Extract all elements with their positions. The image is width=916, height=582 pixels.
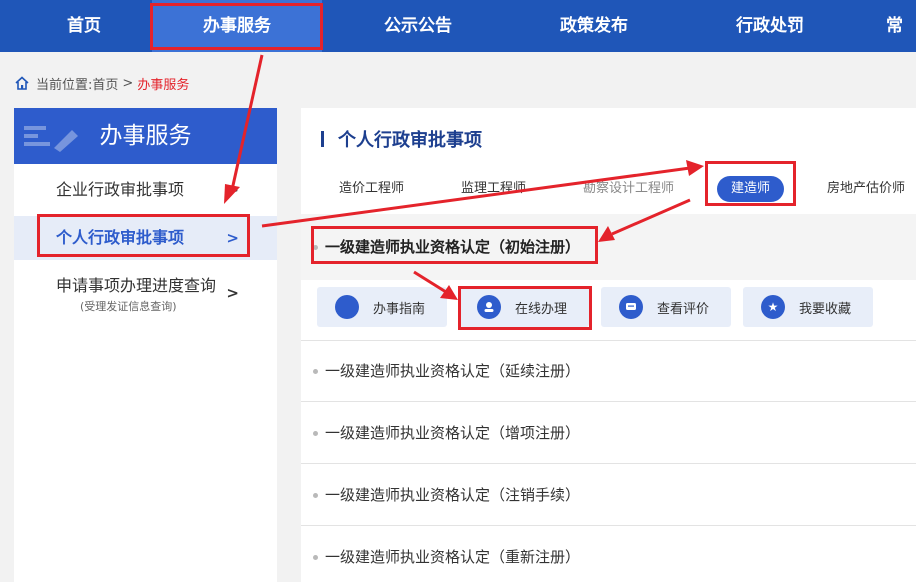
nav-more[interactable]: 常 xyxy=(878,0,916,52)
breadcrumb-prefix: 当前位置: xyxy=(36,77,93,93)
chevron-right-icon: > xyxy=(226,284,239,302)
page-title: 个人行政审批事项 xyxy=(321,126,482,152)
bullet-icon xyxy=(313,493,318,498)
sidebar-item-progress-query[interactable]: 申请事项办理进度查询 (受理发证信息查询) > xyxy=(14,272,277,320)
breadcrumb-current: 办事服务 xyxy=(137,77,190,93)
sidebar: 办事服务 企业行政审批事项 > 个人行政审批事项 > 申请事项办理进度查询 (受… xyxy=(14,108,277,582)
home-icon xyxy=(15,76,29,90)
sidebar-item-label: 企业行政审批事项 xyxy=(56,180,185,199)
breadcrumb-separator: > xyxy=(122,75,134,91)
tab-cost-engineer[interactable]: 造价工程师 xyxy=(339,176,404,202)
nav-penalty[interactable]: 行政处罚 xyxy=(690,0,850,52)
action-label: 查看评价 xyxy=(657,301,710,317)
list-item-cancellation[interactable]: 一级建造师执业资格认定（注销手续） xyxy=(301,464,916,526)
view-evaluation-button[interactable]: 查看评价 xyxy=(601,287,731,327)
list-item-label: 一级建造师执业资格认定（延续注册） xyxy=(325,362,581,380)
annotation-box-nav xyxy=(150,3,323,50)
page-title-text: 个人行政审批事项 xyxy=(338,130,482,151)
action-label: 办事指南 xyxy=(373,301,426,317)
annotation-box-online xyxy=(458,286,592,330)
list-item-reregistration[interactable]: 一级建造师执业资格认定（重新注册） xyxy=(301,526,916,582)
list-item-label: 一级建造师执业资格认定（增项注册） xyxy=(325,424,581,442)
tab-real-estate-appraiser[interactable]: 房地产估价师 xyxy=(827,176,905,202)
favorite-button[interactable]: ★ 我要收藏 xyxy=(743,287,873,327)
nav-home[interactable]: 首页 xyxy=(40,0,128,52)
title-bar-icon xyxy=(321,131,324,147)
breadcrumb: 当前位置: 首页 > 办事服务 xyxy=(14,73,189,93)
sidebar-header: 办事服务 xyxy=(14,108,277,164)
category-tabs: 造价工程师 监理工程师 勘察设计工程师 建造师 房地产估价师 xyxy=(301,168,916,208)
comment-icon xyxy=(619,295,643,319)
main-panel: 个人行政审批事项 造价工程师 监理工程师 勘察设计工程师 建造师 房地产估价师 … xyxy=(301,108,916,582)
annotation-box-item xyxy=(311,226,598,264)
star-icon: ★ xyxy=(761,295,785,319)
nav-policy[interactable]: 政策发布 xyxy=(514,0,674,52)
top-navigation: 首页 办事服务 公示公告 政策发布 行政处罚 常 xyxy=(0,0,916,52)
list-item-additional[interactable]: 一级建造师执业资格认定（增项注册） xyxy=(301,402,916,464)
list-item-renewal[interactable]: 一级建造师执业资格认定（延续注册） xyxy=(301,340,916,402)
annotation-box-sidebar xyxy=(37,214,250,257)
decoration-icon xyxy=(24,126,78,152)
bullet-icon xyxy=(313,555,318,560)
bullet-icon xyxy=(313,431,318,436)
action-label: 我要收藏 xyxy=(799,301,852,317)
list-item-label: 一级建造师执业资格认定（注销手续） xyxy=(325,486,581,504)
chevron-right-icon: > xyxy=(226,181,239,199)
guide-button[interactable]: 办事指南 xyxy=(317,287,447,327)
sidebar-title: 办事服务 xyxy=(99,123,192,149)
sidebar-item-label: 申请事项办理进度查询 xyxy=(56,276,217,295)
tab-survey-design-engineer[interactable]: 勘察设计工程师 xyxy=(583,176,674,202)
sidebar-item-enterprise[interactable]: 企业行政审批事项 > xyxy=(14,164,277,216)
nav-announcements[interactable]: 公示公告 xyxy=(338,0,498,52)
list-item-label: 一级建造师执业资格认定（重新注册） xyxy=(325,548,581,566)
annotation-box-tab xyxy=(705,161,796,206)
action-bar: 办事指南 在线办理 查看评价 ★ 我要收藏 xyxy=(301,280,916,341)
sidebar-item-sublabel: (受理发证信息查询) xyxy=(80,300,177,313)
tab-supervision-engineer[interactable]: 监理工程师 xyxy=(461,176,526,202)
bullet-icon xyxy=(313,369,318,374)
compass-icon xyxy=(335,295,359,319)
breadcrumb-home[interactable]: 首页 xyxy=(92,74,118,93)
